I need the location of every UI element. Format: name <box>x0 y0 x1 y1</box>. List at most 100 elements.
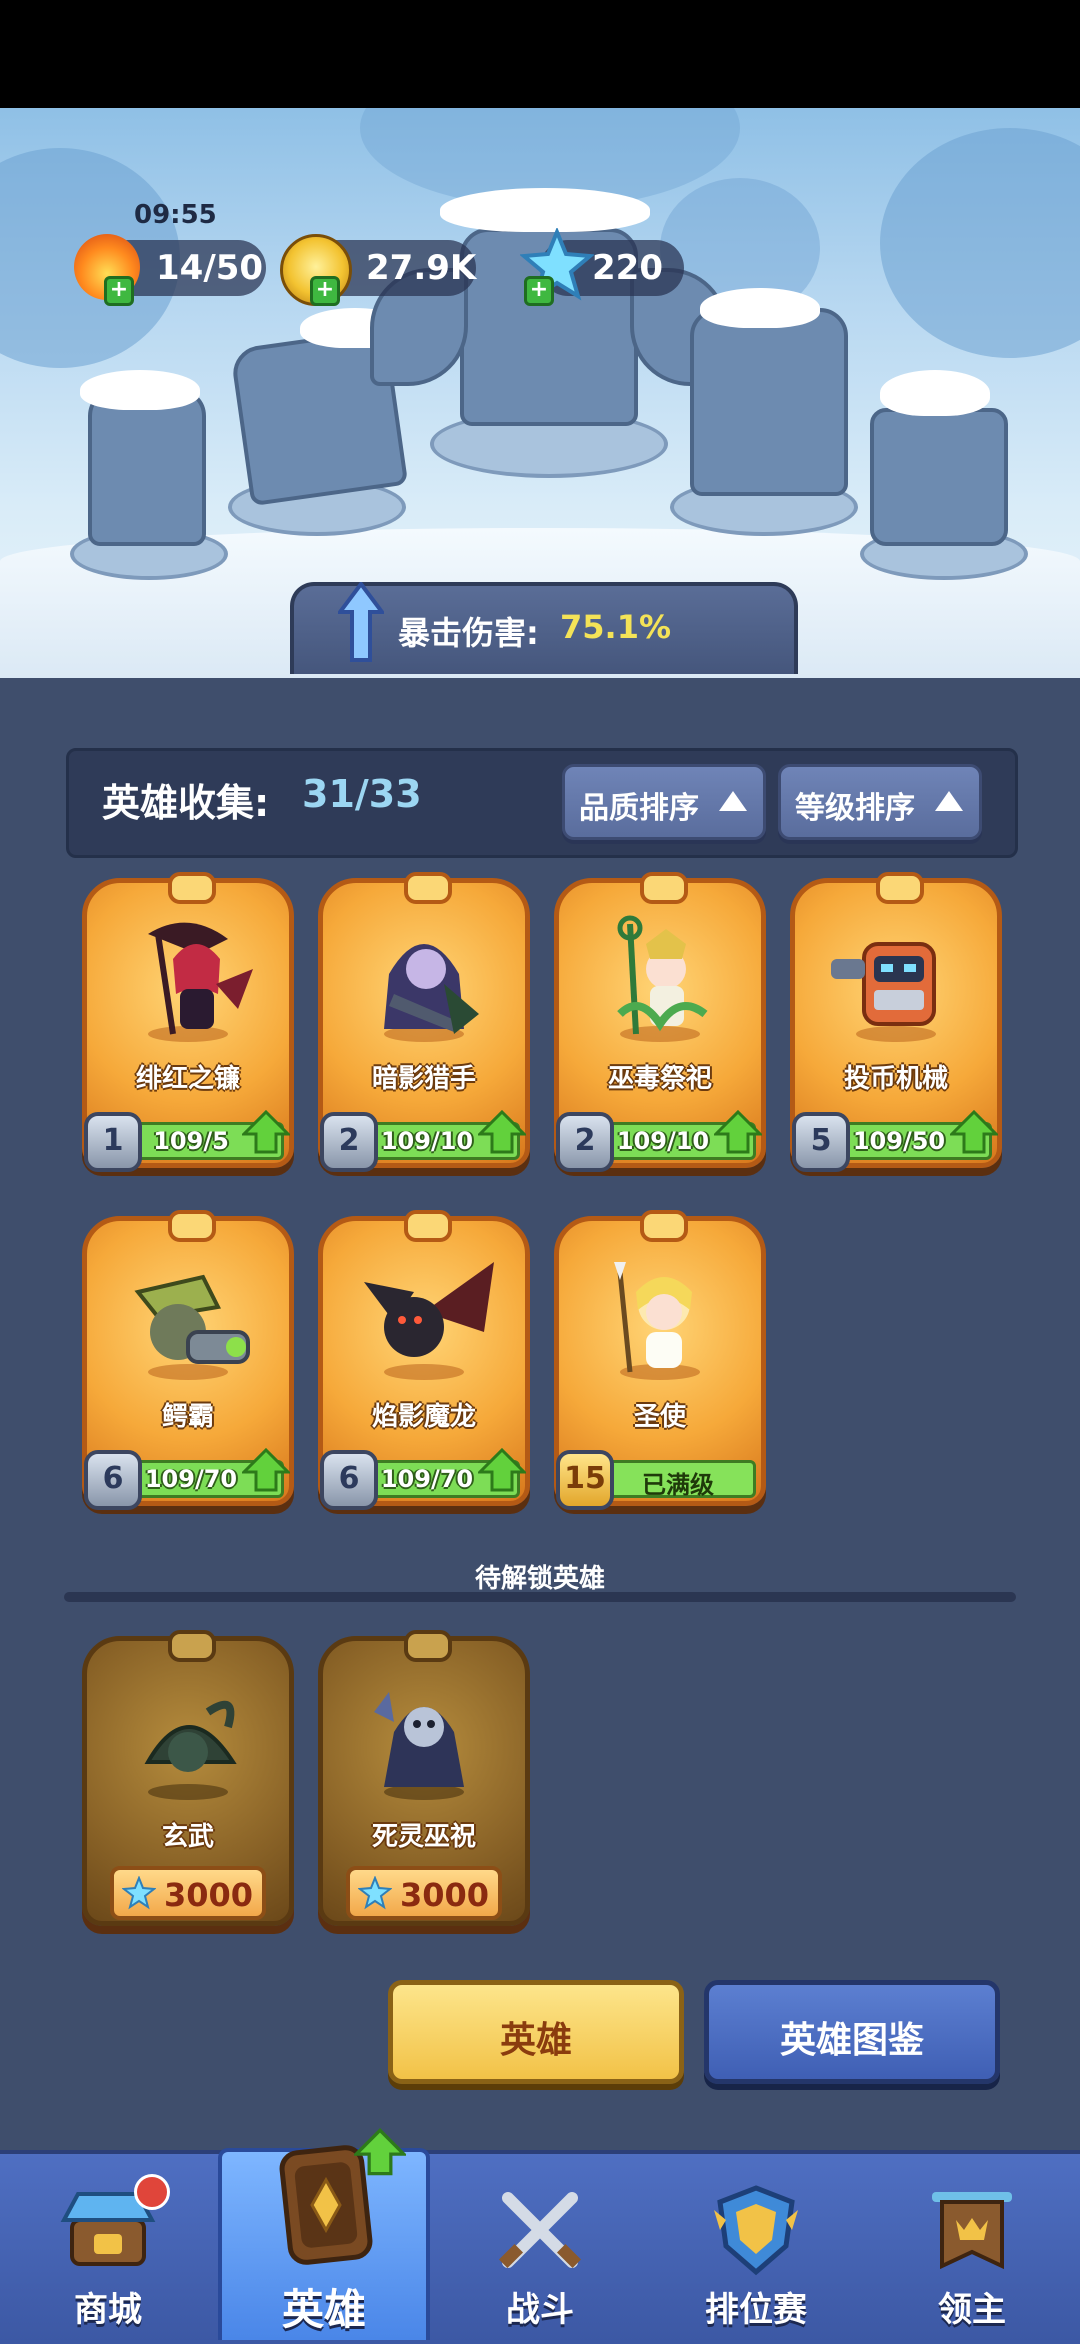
locked-hero-card-xuanwu[interactable]: 玄武 3000 <box>82 1630 294 1940</box>
nav-label: 排位赛 <box>705 2290 807 2330</box>
upgrade-arrow-icon <box>950 1110 998 1154</box>
card-gem <box>640 872 688 904</box>
card-gem <box>404 872 452 904</box>
add-gold-icon[interactable]: + <box>310 276 340 306</box>
upgrade-arrow-icon <box>354 2128 406 2176</box>
nav-item-hero[interactable]: 英雄 <box>216 2128 432 2340</box>
arrow-up-icon <box>338 582 384 662</box>
hero-dex-button[interactable]: 英雄图鉴 <box>704 1980 1000 2084</box>
ranked-shield-icon <box>714 2185 798 2276</box>
stamina-timer: 09:55 <box>134 200 217 230</box>
nav-item-ranked[interactable]: 排位赛 <box>648 2150 864 2340</box>
hero-progress: 已满级 <box>642 1471 714 1499</box>
hero-tab-button[interactable]: 英雄 <box>388 1980 684 2084</box>
collection-label: 英雄收集: <box>102 781 270 825</box>
statue-witch <box>690 308 848 496</box>
nav-item-shop[interactable]: 商城 <box>0 2150 216 2340</box>
gem-value: 220 <box>592 248 663 288</box>
hero-card-crimson-scythe[interactable]: 绯红之镰 109/5 1 <box>82 872 294 1182</box>
triangle-up-icon <box>935 791 963 811</box>
hero-portrait <box>364 1262 494 1380</box>
snow-cap <box>700 288 820 328</box>
upgrade-arrow-icon <box>714 1110 762 1154</box>
nav-item-battle[interactable]: 战斗 <box>432 2150 648 2340</box>
hero-card-coin-machine[interactable]: 投币机械 109/50 5 <box>790 872 1002 1182</box>
hero-portrait <box>134 1274 250 1380</box>
unlock-price: 3000 <box>400 1876 490 1914</box>
hero-card-holy-envoy[interactable]: 圣使 已满级 15 <box>554 1210 766 1520</box>
hero-progress: 109/50 <box>852 1127 946 1155</box>
notification-dot <box>134 2174 170 2210</box>
hero-progress: 109/10 <box>380 1127 474 1155</box>
hero-dex-label: 英雄图鉴 <box>779 2020 924 2061</box>
hero-level-badge: 2 <box>320 1112 378 1172</box>
unlock-price-button[interactable]: 3000 <box>346 1866 502 1920</box>
status-bar <box>0 0 1080 108</box>
hero-name: 玄武 <box>161 1822 214 1852</box>
add-gems-icon[interactable]: + <box>524 276 554 306</box>
hero-name: 死灵巫祝 <box>371 1822 476 1852</box>
hero-name: 巫毒祭祀 <box>607 1064 712 1094</box>
hero-card-voodoo-priest[interactable]: 巫毒祭祀 109/10 2 <box>554 872 766 1182</box>
hero-portrait <box>148 922 253 1042</box>
snow-cap <box>440 188 650 232</box>
hero-name: 圣使 <box>633 1402 686 1432</box>
upgrade-arrow-icon <box>478 1110 526 1154</box>
nav-label: 领主 <box>938 2290 1006 2330</box>
hero-card-flame-dragon[interactable]: 焰影魔龙 109/70 6 <box>318 1210 530 1520</box>
hero-card-crocodile-boss[interactable]: 鳄霸 109/70 6 <box>82 1210 294 1520</box>
locked-hero-card-necromancer[interactable]: 死灵巫祝 3000 <box>318 1630 530 1940</box>
collection-count: 31/33 <box>302 772 422 816</box>
hero-level-badge: 15 <box>556 1450 614 1510</box>
snowflake-gem-icon <box>358 1876 392 1910</box>
hero-portrait <box>384 944 479 1042</box>
hero-name: 暗影猎手 <box>371 1064 476 1094</box>
card-gem <box>404 1630 452 1662</box>
nav-item-lord[interactable]: 领主 <box>864 2150 1080 2340</box>
card-gem <box>168 872 216 904</box>
crit-damage-value: 75.1% <box>560 608 672 646</box>
hero-name: 焰影魔龙 <box>371 1402 476 1432</box>
statue-goblin <box>88 388 206 546</box>
hero-name: 投币机械 <box>843 1064 948 1094</box>
hero-name: 绯红之镰 <box>135 1064 240 1094</box>
sort-level-button[interactable]: 等级排序 <box>778 764 982 840</box>
statue-robot <box>870 408 1008 546</box>
section-divider <box>64 1592 1016 1602</box>
card-gem <box>404 1210 452 1242</box>
hero-progress: 109/5 <box>153 1127 229 1155</box>
upgrade-arrow-icon <box>478 1448 526 1492</box>
hero-portrait <box>144 1700 237 1800</box>
hero-level-badge: 2 <box>556 1112 614 1172</box>
stamina-value: 14/50 <box>156 248 264 288</box>
pending-heroes-title: 待解锁英雄 <box>474 1564 605 1594</box>
hero-tab-label: 英雄 <box>499 2020 572 2061</box>
snowflake-gem-icon <box>122 1876 156 1910</box>
triangle-up-icon <box>719 791 747 811</box>
unlock-price-button[interactable]: 3000 <box>110 1866 266 1920</box>
crossed-swords-icon <box>498 2192 582 2269</box>
hero-level-badge: 1 <box>84 1112 142 1172</box>
snow-cap <box>880 370 990 416</box>
nav-label: 英雄 <box>281 2285 366 2334</box>
upgrade-arrow-icon <box>242 1448 290 1492</box>
ice-rock <box>880 128 1080 358</box>
hero-card-shadow-hunter[interactable]: 暗影猎手 109/10 2 <box>318 872 530 1182</box>
hero-level-badge: 6 <box>320 1450 378 1510</box>
hero-portrait <box>614 1262 700 1380</box>
nav-label: 战斗 <box>506 2290 574 2330</box>
hero-progress: 109/70 <box>144 1465 238 1493</box>
crit-damage-label: 暴击伤害: <box>398 614 539 652</box>
hero-level-badge: 6 <box>84 1450 142 1510</box>
unlock-price: 3000 <box>164 1876 254 1914</box>
hero-progress: 109/70 <box>380 1465 474 1493</box>
card-gem <box>876 872 924 904</box>
upgrade-arrow-icon <box>242 1110 290 1154</box>
add-stamina-icon[interactable]: + <box>104 276 134 306</box>
sort-level-label: 等级排序 <box>795 791 915 826</box>
hero-name: 鳄霸 <box>161 1402 214 1432</box>
hero-progress-bar: 已满级 <box>600 1460 756 1499</box>
sort-quality-button[interactable]: 品质排序 <box>562 764 766 840</box>
hero-level-badge: 5 <box>792 1112 850 1172</box>
nav-label: 商城 <box>74 2290 142 2330</box>
